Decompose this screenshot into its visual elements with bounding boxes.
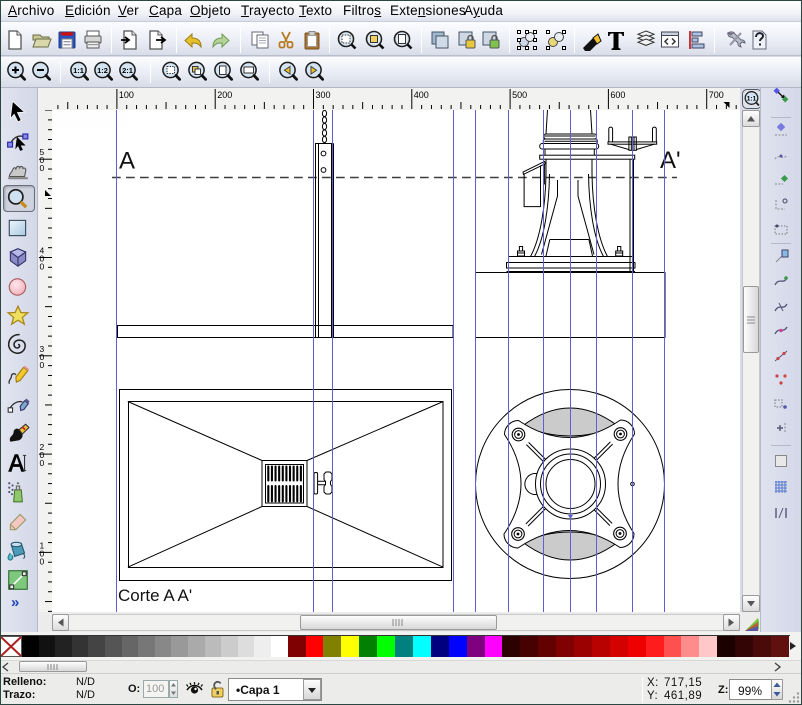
svg-text:0: 0 (40, 458, 45, 468)
svg-text:1:1: 1:1 (73, 66, 84, 75)
svg-text:0: 0 (40, 556, 45, 566)
svg-text:0: 0 (40, 262, 45, 272)
svg-text:1:2: 1:2 (97, 66, 108, 75)
svg-text:Corte A A': Corte A A' (118, 586, 192, 605)
svg-text:400: 400 (414, 90, 429, 100)
svg-text:A': A' (660, 147, 681, 174)
svg-text:700: 700 (709, 90, 724, 100)
svg-text:300: 300 (316, 90, 331, 100)
svg-text:2:1: 2:1 (122, 66, 133, 75)
svg-text:A: A (119, 148, 135, 175)
svg-text:0: 0 (40, 163, 45, 173)
svg-text:500: 500 (512, 90, 527, 100)
svg-text:100: 100 (119, 90, 134, 100)
svg-text:1:1: 1:1 (747, 96, 757, 103)
svg-text:0: 0 (40, 360, 45, 370)
svg-text:200: 200 (217, 90, 232, 100)
svg-text:600: 600 (610, 90, 625, 100)
